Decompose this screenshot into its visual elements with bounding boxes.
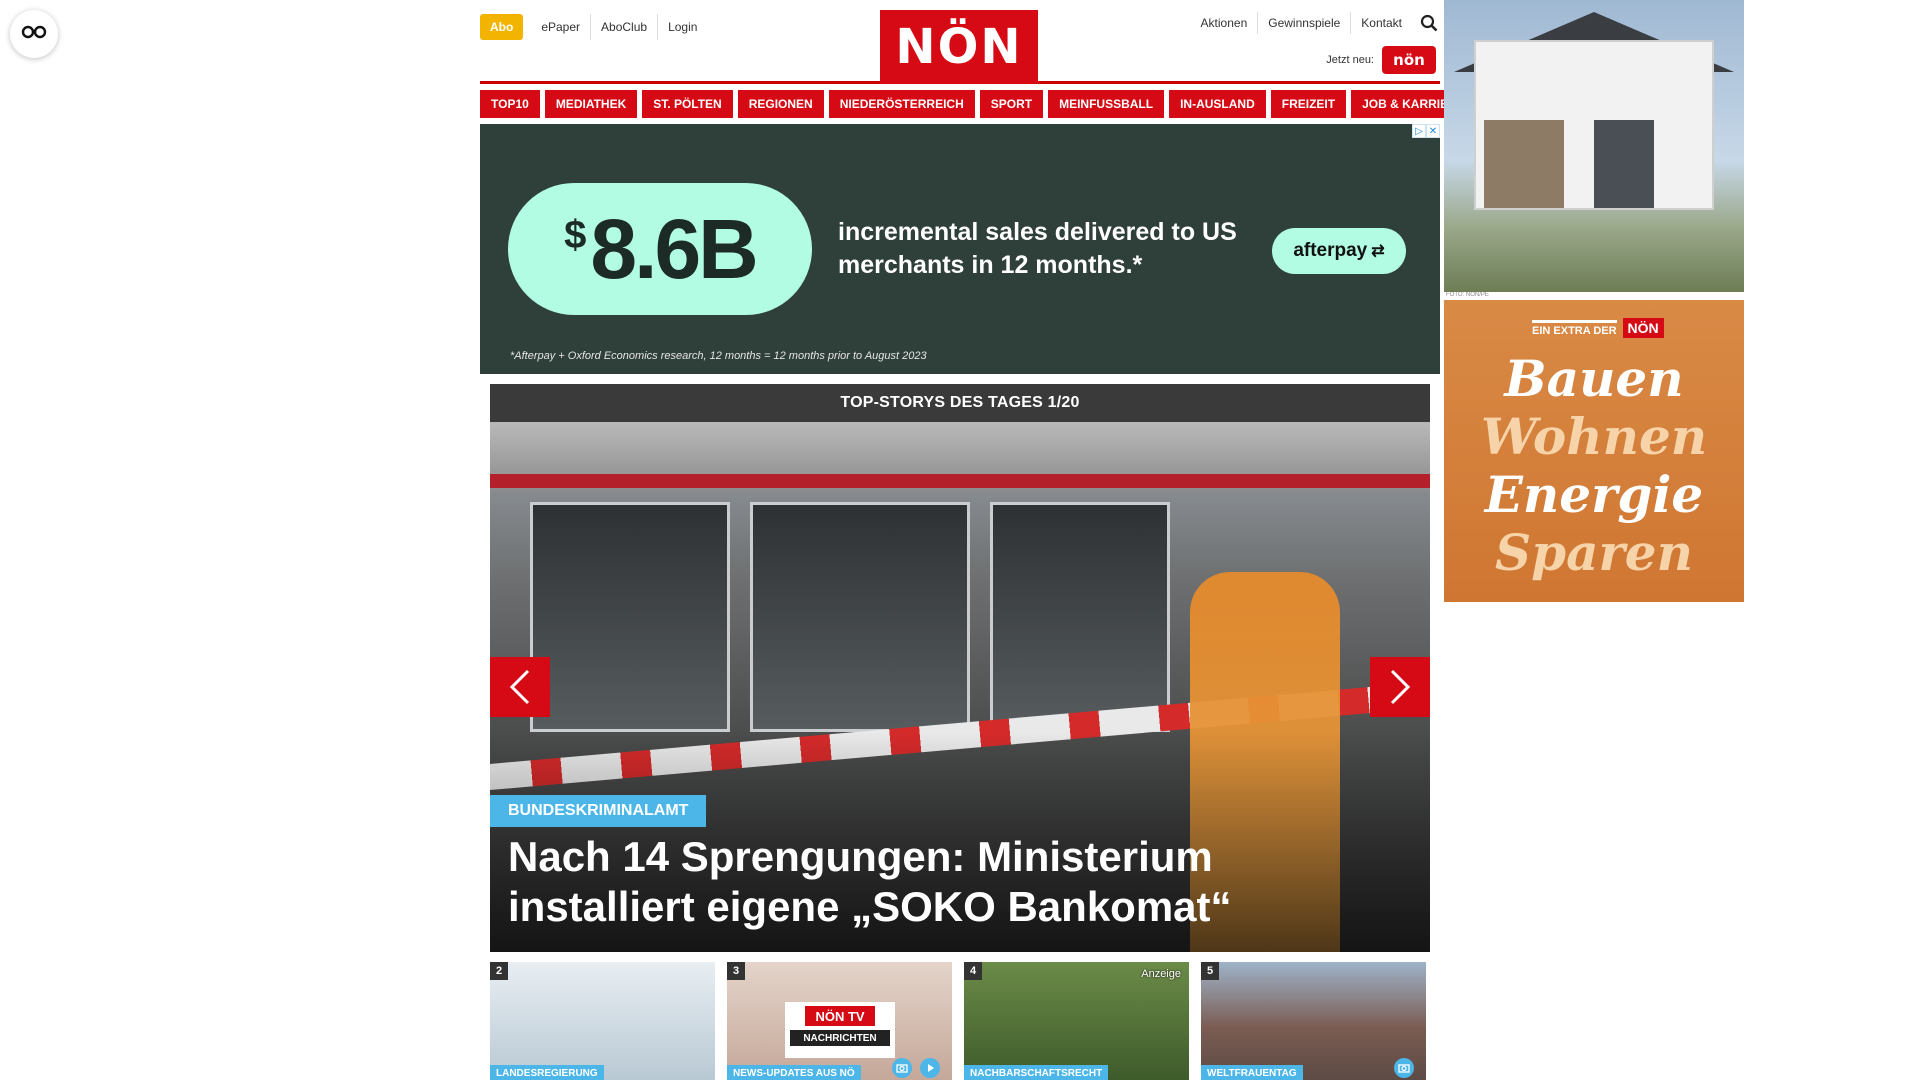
house-door — [1594, 120, 1654, 208]
login-link[interactable]: Login — [657, 14, 707, 40]
hero-category-tag[interactable]: BUNDESKRIMINALAMT — [490, 795, 707, 827]
bauen-words: Bauen Wohnen Energie Sparen — [1444, 350, 1744, 582]
top-stories-heading: TOP-STORYS DES TAGES 1/20 — [490, 384, 1430, 422]
epaper-link[interactable]: ePaper — [531, 14, 590, 40]
kontakt-link[interactable]: Kontakt — [1350, 12, 1412, 34]
right-column: FOTO: NÖN/PE EIN EXTRA DER NÖN Bauen Woh… — [1444, 0, 1744, 602]
nav-mediathek[interactable]: MEDIATHEK — [544, 90, 638, 118]
bauen-wohnen-ad[interactable]: EIN EXTRA DER NÖN Bauen Wohnen Energie S… — [1444, 300, 1744, 602]
noen-tv-logo: NÖN TV NACHRICHTEN — [785, 1002, 895, 1058]
hero-title[interactable]: Nach 14 Sprengungen: Ministerium install… — [508, 832, 1410, 932]
accessibility-button[interactable] — [10, 10, 58, 58]
ad-info-icon[interactable]: ▷ — [1412, 124, 1426, 138]
ad-amount: 8.6B — [590, 201, 758, 296]
nav-in-ausland[interactable]: IN-AUSLAND — [1169, 90, 1266, 118]
hero-image-window — [530, 502, 730, 732]
ad-choices[interactable]: ▷ ✕ — [1412, 124, 1440, 138]
ad-headline: incremental sales delivered to US mercha… — [838, 218, 1237, 279]
nav-regionen[interactable]: REGIONEN — [737, 90, 824, 118]
story-card[interactable]: 3 NÖN TV NACHRICHTEN NEWS-UPDATES AUS NÖ — [727, 962, 952, 1080]
story-number: 3 — [727, 962, 745, 980]
house-garage — [1484, 120, 1564, 208]
afterpay-ad[interactable]: ▷ ✕ $ 8.6B incremental sales delivered t… — [480, 124, 1440, 374]
tv-logo-text: NÖN TV — [805, 1006, 875, 1026]
nav-sport[interactable]: SPORT — [979, 90, 1044, 118]
tv-nachrichten-text: NACHRICHTEN — [790, 1030, 890, 1046]
anzeige-badge: Anzeige — [1141, 968, 1181, 980]
main-column: Abo ePaper AboClub Login NÖN Aktionen Ge… — [480, 0, 1476, 1080]
afterpay-label: afterpay — [1293, 240, 1368, 261]
afterpay-arrows-icon: ⇄ — [1371, 243, 1385, 260]
top-right-links: Aktionen Gewinnspiele Kontakt — [1191, 12, 1440, 34]
main-nav: TOP10 MEDIATHEK ST. PÖLTEN REGIONEN NIED… — [480, 90, 1476, 118]
story-card[interactable]: 5 WELTFRAUENTAG — [1201, 962, 1426, 1080]
jetzt-neu[interactable]: Jetzt neu: nön — [1326, 46, 1436, 74]
aktionen-link[interactable]: Aktionen — [1191, 12, 1258, 34]
top-stories: TOP-STORYS DES TAGES 1/20 BUNDESKRIMINAL… — [490, 384, 1430, 1080]
ad-currency: $ — [564, 212, 587, 257]
top-left-links: Abo ePaper AboClub Login — [480, 14, 707, 40]
word-sparen: Sparen — [1495, 523, 1693, 582]
extra-logo: NÖN — [1622, 318, 1664, 338]
hero-story[interactable]: BUNDESKRIMINALAMT Nach 14 Sprengungen: M… — [490, 422, 1430, 952]
extra-label-bar: EIN EXTRA DER NÖN — [1532, 318, 1664, 338]
story-number: 2 — [490, 962, 508, 980]
story-tag: NEWS-UPDATES AUS NÖ — [727, 1065, 861, 1080]
photo-credit: FOTO: NÖN/PE — [1446, 292, 1489, 298]
nav-niederoesterreich[interactable]: NIEDERÖSTERREICH — [828, 90, 975, 118]
story-card[interactable]: 2 LANDESREGIERUNG — [490, 962, 715, 1080]
play-icon — [920, 1058, 940, 1078]
afterpay-button[interactable]: afterpay ⇄ — [1272, 228, 1406, 274]
jetzt-badge: nön — [1382, 46, 1436, 74]
hero-image-window — [990, 502, 1170, 732]
story-tag: WELTFRAUENTAG — [1201, 1065, 1303, 1080]
chevron-right-icon — [1390, 669, 1411, 705]
story-number: 4 — [964, 962, 982, 980]
chevron-left-icon — [509, 669, 530, 705]
slider-next-button[interactable] — [1370, 657, 1430, 717]
story-card[interactable]: 4 Anzeige NACHBARSCHAFTSRECHT — [964, 962, 1189, 1080]
house-ad-image[interactable] — [1444, 0, 1744, 292]
nav-meinfussball[interactable]: MEINFUSSBALL — [1048, 90, 1165, 118]
logo-text: NÖN — [895, 19, 1023, 75]
extra-label: EIN EXTRA DER — [1532, 319, 1617, 337]
gewinnspiele-link[interactable]: Gewinnspiele — [1257, 12, 1350, 34]
slider-prev-button[interactable] — [490, 657, 550, 717]
story-tag: LANDESREGIERUNG — [490, 1065, 604, 1080]
nav-top10[interactable]: TOP10 — [480, 90, 540, 118]
search-icon[interactable] — [1418, 12, 1440, 34]
camera-icon — [1394, 1058, 1414, 1078]
aboclub-link[interactable]: AboClub — [590, 14, 657, 40]
hero-image-window — [750, 502, 970, 732]
story-thumbnails: 2 LANDESREGIERUNG 3 NÖN TV NACHRICHTEN N… — [490, 962, 1430, 1080]
site-logo[interactable]: NÖN — [880, 10, 1038, 84]
ad-close-icon[interactable]: ✕ — [1426, 124, 1440, 138]
story-number: 5 — [1201, 962, 1219, 980]
ad-footnote: *Afterpay + Oxford Economics research, 1… — [510, 350, 927, 362]
glasses-icon — [21, 25, 47, 44]
camera-icon — [892, 1058, 912, 1078]
jetzt-label: Jetzt neu: — [1326, 54, 1374, 66]
hero-image-stripe — [490, 474, 1430, 488]
nav-freizeit[interactable]: FREIZEIT — [1270, 90, 1347, 118]
site-header: Abo ePaper AboClub Login NÖN Aktionen Ge… — [480, 0, 1440, 84]
word-bauen: Bauen — [1504, 349, 1684, 408]
ad-amount-pill: $ 8.6B — [508, 183, 812, 315]
word-energie: Energie — [1484, 465, 1704, 524]
word-wohnen: Wohnen — [1480, 407, 1708, 466]
nav-st-poelten[interactable]: ST. PÖLTEN — [642, 90, 733, 118]
abo-button[interactable]: Abo — [480, 14, 524, 40]
story-tag: NACHBARSCHAFTSRECHT — [964, 1065, 1109, 1080]
